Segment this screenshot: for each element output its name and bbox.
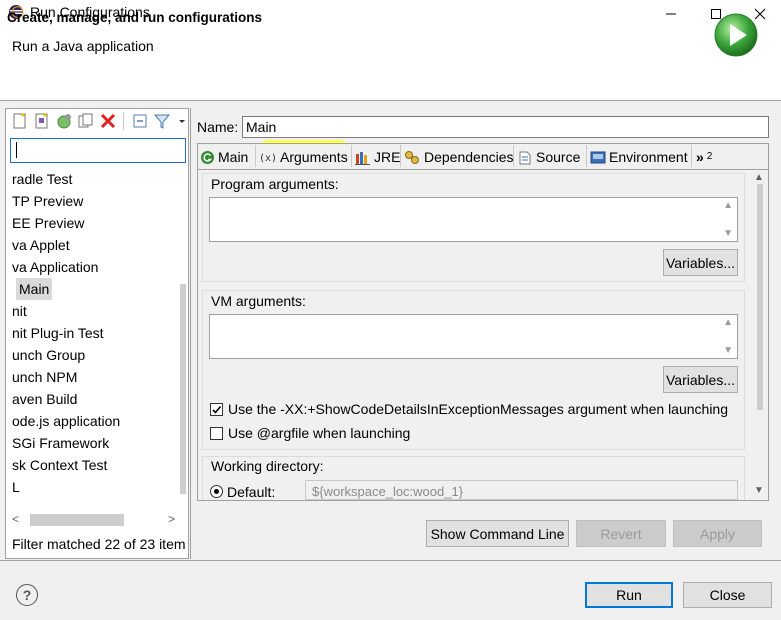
- name-input[interactable]: Main: [242, 116, 769, 138]
- tree-item[interactable]: sk Context Test: [12, 454, 107, 476]
- minimize-icon: [666, 13, 676, 15]
- tree-item[interactable]: TP Preview: [12, 190, 83, 212]
- checkmark-icon: [212, 405, 222, 414]
- tab-separator: [586, 145, 587, 167]
- use-argfile-label: Use @argfile when launching: [228, 425, 411, 441]
- close-button[interactable]: Close: [683, 582, 772, 608]
- run-button[interactable]: Run: [585, 582, 673, 608]
- tab-content-scroll-thumb[interactable]: [757, 184, 763, 410]
- use-argfile-checkbox[interactable]: [210, 427, 223, 440]
- apply-button[interactable]: Apply: [673, 520, 762, 547]
- tab-separator: [351, 145, 352, 167]
- tree-item[interactable]: L: [12, 476, 20, 498]
- working-directory-label: Working directory:: [211, 458, 324, 474]
- tab-separator: [513, 145, 514, 167]
- tab-dependencies-label: Dependencies: [424, 149, 514, 165]
- bottom-divider: [0, 560, 781, 561]
- delete-configuration-icon[interactable]: [99, 112, 117, 130]
- default-directory-field: ${workspace_loc:wood_1}: [305, 480, 738, 500]
- radio-dot: [214, 489, 219, 494]
- tab-separator: [400, 145, 401, 167]
- scroll-down-icon[interactable]: ▼: [754, 485, 764, 496]
- duplicate-configuration-icon[interactable]: [77, 112, 95, 130]
- program-arguments-input[interactable]: ▲ ▼: [209, 197, 738, 242]
- tab-separator: [691, 145, 692, 167]
- toolbar-separator: [123, 112, 124, 130]
- name-label: Name:: [197, 119, 239, 135]
- tab-source-label: Source: [536, 149, 581, 165]
- new-configuration-icon[interactable]: [11, 112, 29, 130]
- tree-item[interactable]: unch NPM: [12, 366, 77, 388]
- header-subtitle: Run a Java application: [12, 38, 154, 54]
- overflow-chevron-icon: »: [696, 149, 704, 165]
- tree-item[interactable]: radle Test: [12, 168, 72, 190]
- tab-main-label: Main: [218, 149, 249, 165]
- scroll-left-icon[interactable]: <: [12, 512, 19, 526]
- tree-item[interactable]: EE Preview: [12, 212, 84, 234]
- help-icon[interactable]: ?: [16, 584, 38, 606]
- collapse-all-icon[interactable]: [131, 112, 149, 130]
- vm-arguments-label: VM arguments:: [211, 293, 306, 309]
- vm-arguments-variables-button[interactable]: Variables...: [663, 366, 738, 393]
- minimize-button[interactable]: [648, 0, 694, 28]
- show-code-details-checkbox[interactable]: [210, 403, 223, 416]
- export-configuration-icon[interactable]: [55, 112, 73, 130]
- main-tab-icon: [201, 150, 214, 164]
- view-menu-chevron-icon[interactable]: [177, 112, 187, 130]
- tab-environment-label: Environment: [609, 149, 688, 165]
- tree-item[interactable]: ode.js application: [12, 410, 120, 432]
- scroll-down-icon[interactable]: ▼: [723, 345, 733, 356]
- header-title: Create, manage, and run configurations: [7, 10, 263, 25]
- tab-source[interactable]: Source: [517, 145, 580, 169]
- scroll-right-icon[interactable]: >: [168, 512, 175, 526]
- tab-separator: [255, 145, 256, 167]
- dependencies-icon: [405, 150, 419, 164]
- tab-environment[interactable]: Environment: [590, 145, 688, 169]
- tab-jre-label: JRE: [374, 149, 401, 165]
- vm-arguments-input[interactable]: ▲ ▼: [209, 314, 738, 359]
- program-arguments-variables-button[interactable]: Variables...: [663, 249, 738, 276]
- scroll-up-icon[interactable]: ▲: [723, 200, 733, 211]
- left-toolbar: [5, 110, 195, 132]
- tab-main[interactable]: Main: [200, 145, 248, 169]
- scroll-up-icon[interactable]: ▲: [723, 317, 733, 328]
- jre-icon: [355, 151, 370, 165]
- show-code-details-label: Use the -XX:+ShowCodeDetailsInExceptionM…: [228, 401, 729, 417]
- run-banner-icon: [713, 12, 759, 61]
- text-caret: [16, 142, 17, 158]
- scroll-up-icon[interactable]: ▲: [754, 172, 764, 183]
- source-icon: [519, 151, 531, 164]
- environment-icon: [590, 151, 606, 163]
- tree-item[interactable]: Main: [16, 278, 53, 300]
- tab-arguments-label: Arguments: [280, 149, 348, 165]
- tab-dependencies[interactable]: Dependencies: [404, 145, 514, 169]
- tree-item[interactable]: nit: [12, 300, 27, 322]
- tree-item[interactable]: aven Build: [12, 388, 77, 410]
- tree-item[interactable]: SGi Framework: [12, 432, 109, 454]
- tab-jre[interactable]: JRE: [355, 145, 400, 169]
- tree-item[interactable]: nit Plug-in Test: [12, 322, 104, 344]
- tree-item[interactable]: unch Group: [12, 344, 85, 366]
- svg-text:(x)=: (x)=: [259, 153, 277, 164]
- show-command-line-button[interactable]: Show Command Line: [426, 520, 569, 547]
- tree-vertical-scrollbar[interactable]: [180, 284, 186, 494]
- scroll-down-icon[interactable]: ▼: [723, 228, 733, 239]
- new-prototype-icon[interactable]: [33, 112, 51, 130]
- overflow-count: 2: [706, 151, 713, 162]
- arguments-icon: (x)=: [259, 153, 277, 164]
- tree-item[interactable]: va Application: [12, 256, 98, 278]
- tab-overflow[interactable]: » 2: [696, 145, 712, 169]
- configuration-tree: radle Test TP Preview EE Preview va Applet v…: [6, 168, 182, 508]
- revert-button[interactable]: Revert: [576, 520, 666, 547]
- default-directory-label: Default:: [227, 484, 276, 500]
- default-directory-radio[interactable]: [210, 485, 223, 498]
- tab-arguments[interactable]: (x)= Arguments: [259, 145, 348, 169]
- horizontal-scroll-thumb[interactable]: [30, 514, 124, 526]
- tree-item[interactable]: va Applet: [12, 234, 70, 256]
- filter-icon[interactable]: [153, 112, 171, 130]
- filter-status-text: Filter matched 22 of 23 item: [12, 536, 186, 552]
- program-arguments-label: Program arguments:: [211, 176, 339, 192]
- filter-input[interactable]: [10, 138, 186, 163]
